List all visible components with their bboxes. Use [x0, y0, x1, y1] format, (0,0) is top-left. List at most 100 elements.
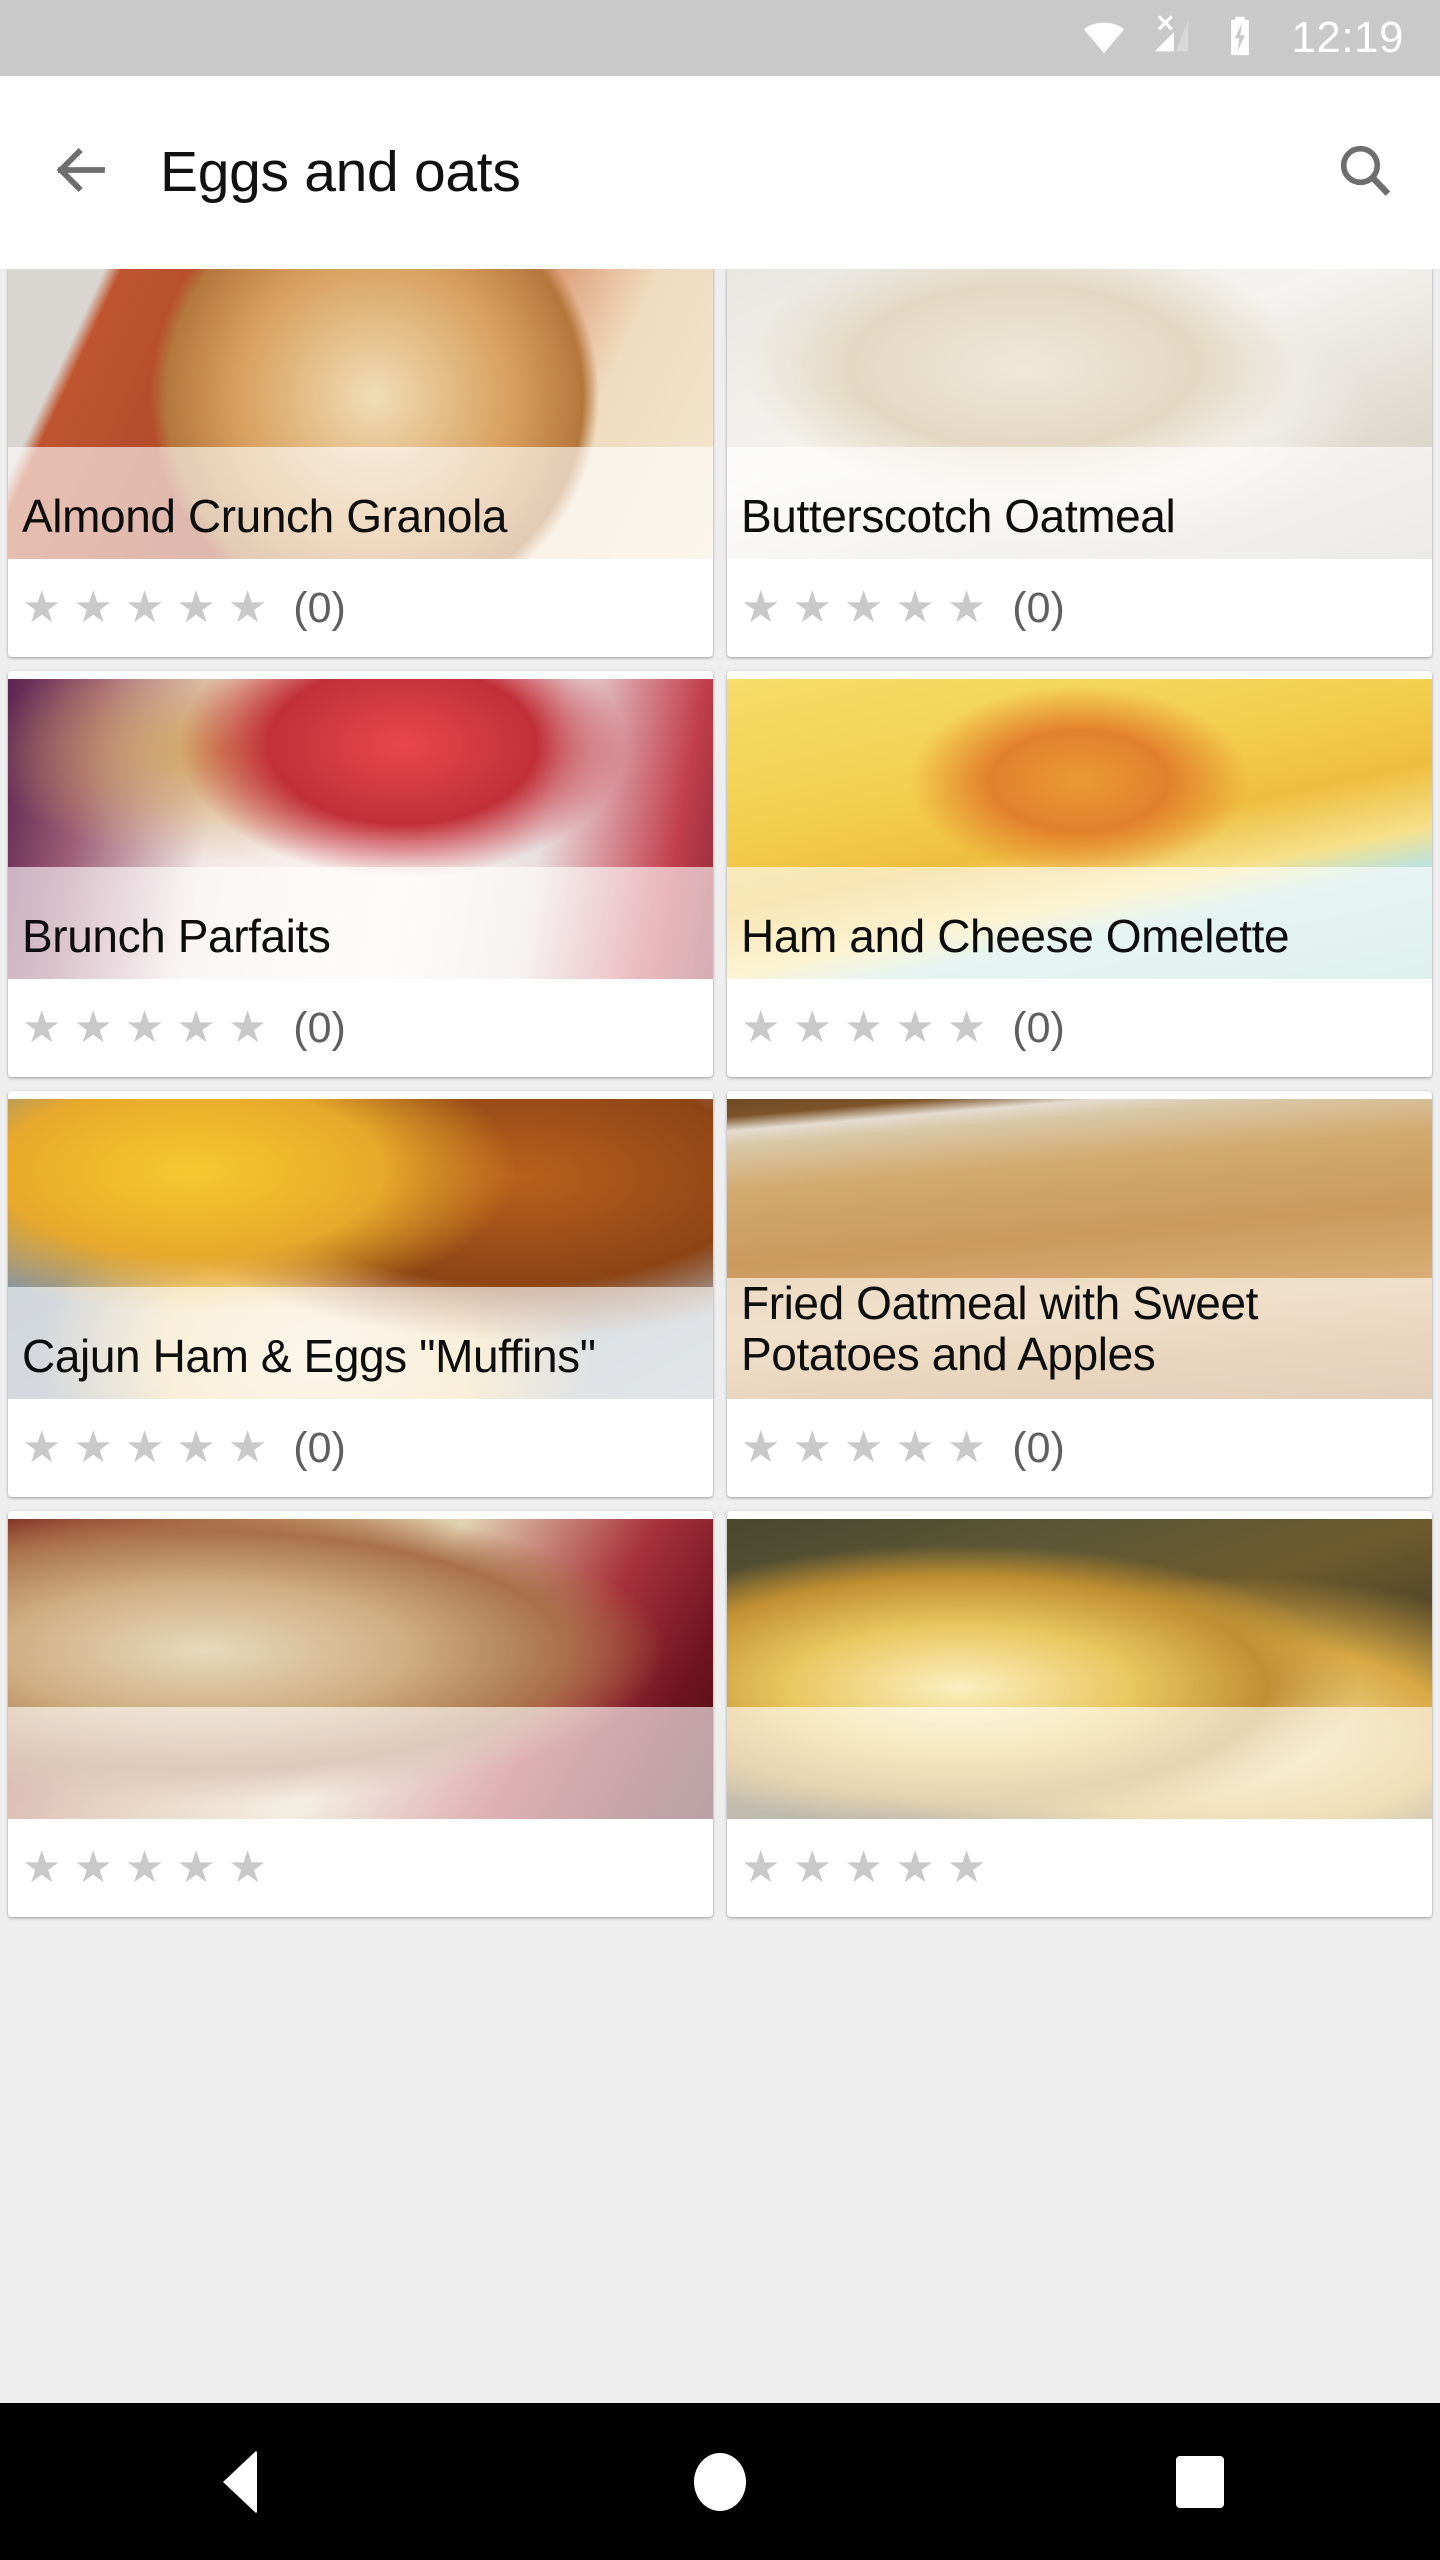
- review-count: (0): [293, 1003, 346, 1052]
- recipe-card[interactable]: Fried Oatmeal with Sweet Potatoes and Ap…: [727, 1091, 1432, 1497]
- search-icon: [1333, 138, 1397, 207]
- recipe-title-overlay: [8, 1707, 713, 1819]
- star-icon[interactable]: ★: [792, 1006, 831, 1050]
- star-icon[interactable]: ★: [844, 1846, 883, 1890]
- android-navigation-bar: [0, 2403, 1440, 2560]
- rating-row[interactable]: ★ ★ ★ ★ ★ (0): [8, 1399, 713, 1497]
- star-icon[interactable]: ★: [22, 1846, 61, 1890]
- recipe-title-overlay: Fried Oatmeal with Sweet Potatoes and Ap…: [727, 1276, 1432, 1399]
- recipe-title-overlay: Ham and Cheese Omelette: [727, 867, 1432, 979]
- star-icon[interactable]: ★: [73, 1846, 112, 1890]
- rating-row[interactable]: ★ ★ ★ ★ ★: [8, 1819, 713, 1917]
- recipe-title-overlay: Butterscotch Oatmeal: [727, 447, 1432, 559]
- recipe-title-overlay: Almond Crunch Granola: [8, 447, 713, 559]
- search-button[interactable]: [1290, 76, 1440, 269]
- arrow-back-icon: [47, 137, 113, 208]
- rating-row[interactable]: ★ ★ ★ ★ ★: [727, 1819, 1432, 1917]
- star-icon[interactable]: ★: [176, 1846, 215, 1890]
- star-icon[interactable]: ★: [22, 586, 61, 630]
- star-rating[interactable]: ★ ★ ★ ★ ★: [741, 1426, 986, 1470]
- recipe-title-overlay: [727, 1707, 1432, 1819]
- star-icon[interactable]: ★: [947, 586, 986, 630]
- star-rating[interactable]: ★ ★ ★ ★ ★: [741, 1846, 986, 1890]
- recipe-title: Almond Crunch Granola: [22, 490, 508, 543]
- rating-row[interactable]: ★ ★ ★ ★ ★ (0): [727, 559, 1432, 657]
- rating-row[interactable]: ★ ★ ★ ★ ★ (0): [727, 1399, 1432, 1497]
- star-icon[interactable]: ★: [792, 1426, 831, 1470]
- star-icon[interactable]: ★: [792, 586, 831, 630]
- review-count: (0): [1012, 583, 1065, 632]
- star-icon[interactable]: ★: [228, 1846, 267, 1890]
- star-icon[interactable]: ★: [844, 1426, 883, 1470]
- recipe-image-wrap: Cajun Ham & Eggs "Muffins": [8, 1099, 713, 1399]
- nav-home-button[interactable]: [620, 2403, 820, 2560]
- star-icon[interactable]: ★: [741, 586, 780, 630]
- star-icon[interactable]: ★: [844, 1006, 883, 1050]
- star-icon[interactable]: ★: [228, 586, 267, 630]
- star-icon[interactable]: ★: [947, 1426, 986, 1470]
- star-icon[interactable]: ★: [741, 1006, 780, 1050]
- home-circle-icon: [694, 2452, 746, 2511]
- review-count: (0): [1012, 1423, 1065, 1472]
- star-icon[interactable]: ★: [125, 586, 164, 630]
- star-icon[interactable]: ★: [844, 586, 883, 630]
- star-rating[interactable]: ★ ★ ★ ★ ★: [22, 1006, 267, 1050]
- star-icon[interactable]: ★: [22, 1426, 61, 1470]
- status-bar: 12:19: [0, 0, 1440, 76]
- recipe-card[interactable]: Butterscotch Oatmeal ★ ★ ★ ★ ★ (0): [727, 269, 1432, 657]
- star-icon[interactable]: ★: [176, 1426, 215, 1470]
- star-icon[interactable]: ★: [125, 1846, 164, 1890]
- star-icon[interactable]: ★: [895, 586, 934, 630]
- recipe-image-wrap: [727, 1519, 1432, 1819]
- nav-recents-button[interactable]: [1100, 2403, 1300, 2560]
- page-title: Eggs and oats: [160, 140, 521, 204]
- star-icon[interactable]: ★: [228, 1426, 267, 1470]
- recipe-title: Butterscotch Oatmeal: [741, 490, 1176, 543]
- star-icon[interactable]: ★: [741, 1426, 780, 1470]
- nav-back-button[interactable]: [140, 2403, 340, 2560]
- star-icon[interactable]: ★: [228, 1006, 267, 1050]
- rating-row[interactable]: ★ ★ ★ ★ ★ (0): [727, 979, 1432, 1077]
- star-icon[interactable]: ★: [947, 1006, 986, 1050]
- star-icon[interactable]: ★: [73, 1426, 112, 1470]
- star-icon[interactable]: ★: [741, 1846, 780, 1890]
- star-icon[interactable]: ★: [125, 1006, 164, 1050]
- recipe-title: Fried Oatmeal with Sweet Potatoes and Ap…: [741, 1276, 1259, 1381]
- star-rating[interactable]: ★ ★ ★ ★ ★: [22, 1846, 267, 1890]
- star-icon[interactable]: ★: [792, 1846, 831, 1890]
- battery-charging-icon: [1217, 13, 1263, 64]
- star-rating[interactable]: ★ ★ ★ ★ ★: [741, 586, 986, 630]
- star-icon[interactable]: ★: [895, 1006, 934, 1050]
- rating-row[interactable]: ★ ★ ★ ★ ★ (0): [8, 559, 713, 657]
- star-icon[interactable]: ★: [895, 1846, 934, 1890]
- star-rating[interactable]: ★ ★ ★ ★ ★: [741, 1006, 986, 1050]
- recipe-image-wrap: Almond Crunch Granola: [8, 269, 713, 559]
- star-icon[interactable]: ★: [176, 1006, 215, 1050]
- star-icon[interactable]: ★: [947, 1846, 986, 1890]
- wifi-icon: [1081, 13, 1127, 64]
- review-count: (0): [293, 1423, 346, 1472]
- recipe-grid-scroll[interactable]: Almond Crunch Granola ★ ★ ★ ★ ★ (0) Butt…: [0, 269, 1440, 2403]
- recipe-image-wrap: Ham and Cheese Omelette: [727, 679, 1432, 979]
- recipe-card[interactable]: Almond Crunch Granola ★ ★ ★ ★ ★ (0): [8, 269, 713, 657]
- rating-row[interactable]: ★ ★ ★ ★ ★ (0): [8, 979, 713, 1077]
- recipe-card[interactable]: Ham and Cheese Omelette ★ ★ ★ ★ ★ (0): [727, 671, 1432, 1077]
- recipe-title: Ham and Cheese Omelette: [741, 910, 1290, 963]
- star-icon[interactable]: ★: [176, 586, 215, 630]
- star-rating[interactable]: ★ ★ ★ ★ ★: [22, 586, 267, 630]
- recipe-card[interactable]: ★ ★ ★ ★ ★: [727, 1511, 1432, 1917]
- recipe-title-overlay: Brunch Parfaits: [8, 867, 713, 979]
- star-icon[interactable]: ★: [73, 586, 112, 630]
- review-count: (0): [1012, 1003, 1065, 1052]
- back-button[interactable]: [0, 76, 160, 269]
- cellular-no-signal-icon: [1149, 13, 1195, 64]
- recipe-card[interactable]: ★ ★ ★ ★ ★: [8, 1511, 713, 1917]
- star-rating[interactable]: ★ ★ ★ ★ ★: [22, 1426, 267, 1470]
- star-icon[interactable]: ★: [22, 1006, 61, 1050]
- star-icon[interactable]: ★: [73, 1006, 112, 1050]
- star-icon[interactable]: ★: [895, 1426, 934, 1470]
- recipe-card[interactable]: Cajun Ham & Eggs "Muffins" ★ ★ ★ ★ ★ (0): [8, 1091, 713, 1497]
- recipe-image-wrap: Fried Oatmeal with Sweet Potatoes and Ap…: [727, 1099, 1432, 1399]
- recipe-card[interactable]: Brunch Parfaits ★ ★ ★ ★ ★ (0): [8, 671, 713, 1077]
- star-icon[interactable]: ★: [125, 1426, 164, 1470]
